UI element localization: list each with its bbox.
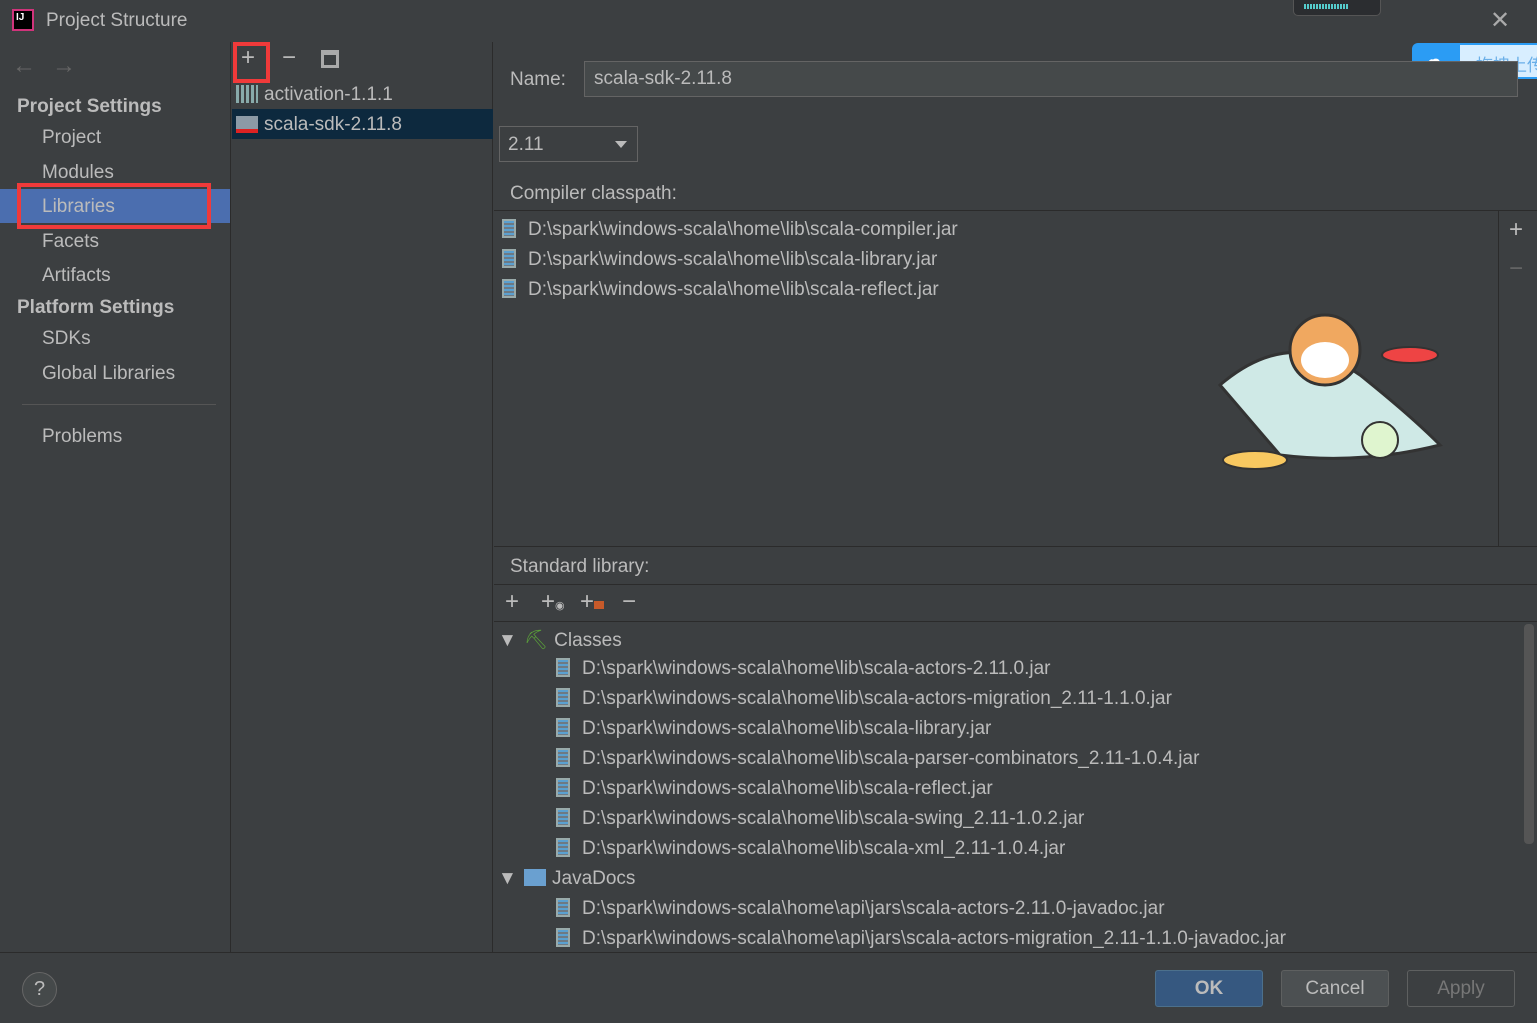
tree-jar-item[interactable]: D:\spark\windows-scala\home\lib\scala-pa…	[556, 748, 1199, 770]
tree-jar-item[interactable]: D:\spark\windows-scala\home\api\jars\sca…	[556, 898, 1165, 920]
tree-node-label: Classes	[554, 630, 622, 651]
classpath-row[interactable]: D:\spark\windows-scala\home\lib\scala-re…	[502, 279, 939, 301]
add-button[interactable]: +	[505, 588, 519, 616]
close-icon[interactable]: ✕	[1490, 6, 1510, 35]
tree-jar-item[interactable]: D:\spark\windows-scala\home\lib\scala-ac…	[556, 658, 1051, 680]
javadocs-node[interactable]: ▼ JavaDocs	[498, 868, 1098, 890]
highlight-box-add	[233, 42, 270, 83]
scala-sdk-folder-icon	[236, 116, 258, 133]
jar-path: D:\spark\windows-scala\home\lib\scala-li…	[582, 718, 992, 739]
cancel-button[interactable]: Cancel	[1281, 970, 1389, 1007]
classpath-row[interactable]: D:\spark\windows-scala\home\lib\scala-co…	[502, 219, 958, 241]
library-icon	[236, 85, 258, 103]
folder-icon	[524, 869, 546, 886]
expand-arrow-icon[interactable]: ▼	[498, 868, 524, 890]
remove-classpath-button[interactable]: −	[1509, 255, 1523, 283]
jar-icon	[556, 688, 570, 707]
remove-button[interactable]: −	[622, 588, 636, 616]
jar-icon	[556, 748, 570, 767]
classpath-path: D:\spark\windows-scala\home\lib\scala-re…	[528, 279, 939, 300]
tree-jar-item[interactable]: D:\spark\windows-scala\home\api\jars\sca…	[556, 928, 1286, 950]
jar-path: D:\spark\windows-scala\home\api\jars\sca…	[582, 928, 1287, 949]
jar-icon	[556, 808, 570, 827]
tree-jar-item[interactable]: D:\spark\windows-scala\home\lib\scala-xm…	[556, 838, 1065, 860]
classpath-path: D:\spark\windows-scala\home\lib\scala-co…	[528, 219, 958, 240]
forward-icon[interactable]: →	[52, 52, 76, 80]
jar-path: D:\spark\windows-scala\home\lib\scala-pa…	[582, 748, 1200, 769]
jar-path: D:\spark\windows-scala\home\lib\scala-ac…	[582, 658, 1051, 679]
scrollbar[interactable]	[1524, 624, 1534, 844]
version-dropdown[interactable]: 2.11	[499, 126, 638, 162]
hammer-icon: ⛏	[524, 630, 549, 651]
divider	[494, 584, 1537, 585]
add-classpath-button[interactable]: +	[1509, 216, 1523, 244]
classes-node[interactable]: ▼ ⛏ Classes	[498, 628, 1098, 652]
classpath-row[interactable]: D:\spark\windows-scala\home\lib\scala-li…	[502, 249, 937, 271]
classpath-path: D:\spark\windows-scala\home\lib\scala-li…	[528, 249, 938, 270]
tree-jar-item[interactable]: D:\spark\windows-scala\home\lib\scala-sw…	[556, 808, 1084, 830]
intellij-logo: IJ	[12, 9, 34, 31]
version-value: 2.11	[508, 134, 544, 155]
expand-arrow-icon[interactable]: ▼	[498, 630, 524, 652]
jar-path: D:\spark\windows-scala\home\api\jars\sca…	[582, 898, 1165, 919]
standard-library-label: Standard library:	[510, 556, 650, 577]
jar-icon	[556, 658, 570, 677]
apply-button[interactable]: Apply	[1407, 970, 1515, 1007]
sidebar-item-modules[interactable]: Modules	[42, 162, 114, 184]
add-url-button[interactable]: +◉	[541, 588, 565, 616]
window-title: Project Structure	[46, 10, 188, 31]
tree-jar-item[interactable]: D:\spark\windows-scala\home\lib\scala-ac…	[556, 688, 1172, 710]
sidebar-item-artifacts[interactable]: Artifacts	[42, 265, 111, 287]
library-item-scala-sdk[interactable]: scala-sdk-2.11.8	[264, 114, 402, 136]
tree-jar-item[interactable]: D:\spark\windows-scala\home\lib\scala-re…	[556, 778, 993, 800]
library-item-activation[interactable]: activation-1.1.1	[264, 84, 393, 106]
jar-icon	[556, 898, 570, 917]
copy-icon[interactable]	[321, 50, 339, 68]
jar-path: D:\spark\windows-scala\home\lib\scala-xm…	[582, 838, 1066, 859]
jar-icon	[556, 778, 570, 797]
jar-path: D:\spark\windows-scala\home\lib\scala-re…	[582, 778, 993, 799]
sidebar-item-global-libraries[interactable]: Global Libraries	[42, 363, 175, 385]
cat-sticker-image	[1217, 313, 1443, 470]
sidebar-item-facets[interactable]: Facets	[42, 231, 99, 253]
jar-icon	[556, 928, 570, 947]
jar-icon	[556, 838, 570, 857]
volume-meter-widget	[1293, 0, 1381, 16]
sidebar	[0, 42, 231, 952]
jar-path: D:\spark\windows-scala\home\lib\scala-sw…	[582, 808, 1085, 829]
project-settings-heading: Project Settings	[17, 96, 162, 117]
sidebar-item-project[interactable]: Project	[42, 127, 101, 149]
sidebar-item-sdks[interactable]: SDKs	[42, 328, 91, 350]
sidebar-item-problems[interactable]: Problems	[42, 426, 122, 448]
compiler-classpath-label: Compiler classpath:	[510, 183, 677, 204]
divider	[1498, 210, 1499, 547]
divider	[494, 621, 1537, 622]
jar-icon	[502, 219, 516, 238]
tree-node-label: JavaDocs	[552, 868, 636, 889]
highlight-box-libraries	[17, 183, 211, 229]
divider	[22, 404, 216, 405]
help-button[interactable]: ?	[22, 972, 57, 1007]
jar-icon	[502, 249, 516, 268]
tree-jar-item[interactable]: D:\spark\windows-scala\home\lib\scala-li…	[556, 718, 991, 740]
back-icon[interactable]: ←	[12, 52, 36, 80]
platform-settings-heading: Platform Settings	[17, 297, 175, 318]
library-list-pane	[232, 42, 493, 952]
remove-library-button[interactable]: −	[282, 44, 296, 72]
name-label: Name:	[510, 69, 566, 90]
ok-button[interactable]: OK	[1155, 970, 1263, 1007]
add-folder-button[interactable]: +	[580, 588, 605, 616]
jar-path: D:\spark\windows-scala\home\lib\scala-ac…	[582, 688, 1172, 709]
name-input[interactable]: scala-sdk-2.11.8	[584, 61, 1518, 97]
jar-icon	[502, 279, 516, 298]
jar-icon	[556, 718, 570, 737]
